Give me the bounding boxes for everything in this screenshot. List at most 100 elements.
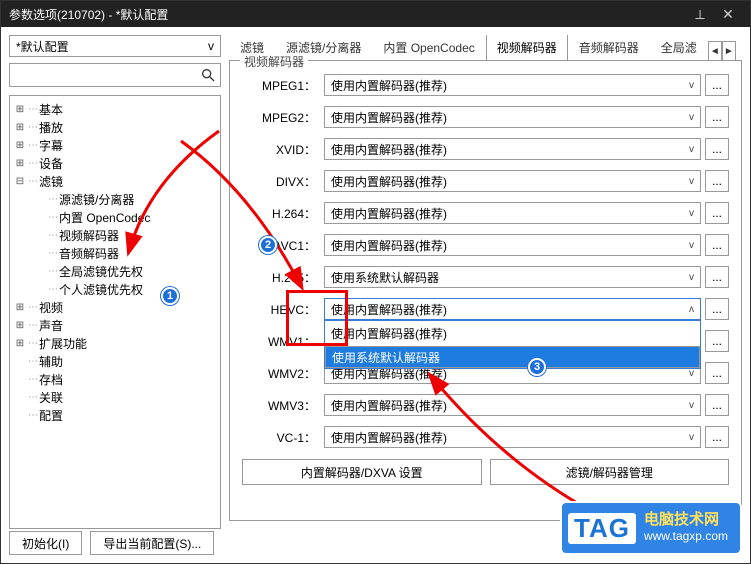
filter-manage-button[interactable]: 滤镜/解码器管理 bbox=[490, 459, 730, 485]
codec-select[interactable]: 使用内置解码器(推荐)v bbox=[324, 170, 701, 192]
codec-select[interactable]: 使用内置解码器(推荐) v bbox=[324, 138, 701, 160]
codec-select[interactable]: 使用内置解码器(推荐) v bbox=[324, 234, 701, 256]
codec-select[interactable]: 使用内置解码器(推荐)v bbox=[324, 106, 701, 128]
codec-select[interactable]: 使用内置解码器(推荐)v bbox=[324, 394, 701, 416]
tree-expand-icon[interactable]: ⊞ bbox=[14, 158, 26, 169]
codec-row: H.264：使用内置解码器(推荐)v... bbox=[242, 199, 729, 227]
tree-item[interactable]: ⊞⋯声音 bbox=[10, 316, 220, 334]
dxva-settings-button[interactable]: 内置解码器/DXVA 设置 bbox=[242, 459, 482, 485]
category-tree[interactable]: ⊞⋯基本⊞⋯播放⊞⋯字幕⊞⋯设备⊟⋯滤镜⋯源滤镜/分离器⋯内置 OpenCode… bbox=[9, 95, 221, 529]
tree-item[interactable]: ⋯配置 bbox=[10, 406, 220, 424]
codec-select-value: 使用内置解码器(推荐) bbox=[331, 77, 447, 94]
watermark-logo: TAG bbox=[568, 513, 636, 544]
tab[interactable]: 视频解码器 bbox=[486, 35, 568, 61]
close-icon[interactable]: ✕ bbox=[714, 5, 742, 23]
codec-select-value: 使用内置解码器(推荐) bbox=[331, 173, 447, 190]
tree-item[interactable]: ⋯内置 OpenCodec bbox=[10, 208, 220, 226]
tree-item-label: 存档 bbox=[39, 371, 63, 388]
tree-expand-icon[interactable]: ⊞ bbox=[14, 320, 26, 331]
titlebar: 参数选项(210702) - *默认配置 ⟂ ✕ bbox=[1, 1, 750, 27]
codec-more-button[interactable]: ... bbox=[705, 426, 729, 448]
tree-item-label: 声音 bbox=[39, 317, 63, 334]
tree-item[interactable]: ⊞⋯设备 bbox=[10, 154, 220, 172]
tree-item[interactable]: ⊞⋯播放 bbox=[10, 118, 220, 136]
tree-item-label: 内置 OpenCodec bbox=[59, 209, 150, 226]
codec-more-button[interactable]: ... bbox=[705, 394, 729, 416]
chevron-down-icon: v bbox=[689, 272, 694, 283]
tree-item[interactable]: ⋯个人滤镜优先权 bbox=[10, 280, 220, 298]
tree-expand-icon[interactable]: ⊟ bbox=[14, 176, 26, 187]
tree-item-label: 配置 bbox=[39, 407, 63, 424]
codec-select-value: 使用内置解码器(推荐) bbox=[331, 397, 447, 414]
dropdown-option[interactable]: 使用内置解码器(推荐) bbox=[325, 321, 700, 346]
tab-scroll-right[interactable]: ► bbox=[722, 41, 736, 61]
tree-item-label: 全局滤镜优先权 bbox=[59, 263, 143, 280]
codec-more-button[interactable]: ... bbox=[705, 106, 729, 128]
tab[interactable]: 全局滤 bbox=[650, 35, 708, 61]
tree-expand-icon[interactable]: ⊞ bbox=[14, 140, 26, 151]
tree-item-label: 个人滤镜优先权 bbox=[59, 281, 143, 298]
chevron-down-icon: v bbox=[689, 240, 694, 251]
chevron-down-icon: v bbox=[689, 208, 694, 219]
codec-select-value: 使用内置解码器(推荐) bbox=[331, 141, 447, 158]
tree-expand-icon[interactable]: ⊞ bbox=[14, 338, 26, 349]
codec-more-button[interactable]: ... bbox=[705, 170, 729, 192]
tree-item[interactable]: ⋯关联 bbox=[10, 388, 220, 406]
codec-select[interactable]: 使用内置解码器(推荐)v bbox=[324, 202, 701, 224]
codec-label: XVID： bbox=[242, 141, 324, 158]
panel-title: 视频解码器 bbox=[240, 53, 308, 70]
codec-more-button[interactable]: ... bbox=[705, 74, 729, 96]
codec-more-button[interactable]: ... bbox=[705, 362, 729, 384]
codec-label: VC-1： bbox=[242, 429, 324, 446]
codec-select[interactable]: 使用内置解码器(推荐)ʌ使用内置解码器(推荐)使用系统默认解码器 bbox=[324, 298, 701, 320]
initialize-button[interactable]: 初始化(I) bbox=[9, 531, 82, 555]
tab-scroll-left[interactable]: ◄ bbox=[708, 41, 722, 61]
tree-item[interactable]: ⋯存档 bbox=[10, 370, 220, 388]
annotation-badge-1: 1 bbox=[161, 287, 179, 305]
tree-item[interactable]: ⋯辅助 bbox=[10, 352, 220, 370]
pin-icon[interactable]: ⟂ bbox=[686, 5, 714, 23]
codec-row: H.265：使用系统默认解码器v... bbox=[242, 263, 729, 291]
codec-label: DIVX： bbox=[242, 173, 324, 190]
codec-select[interactable]: 使用内置解码器(推荐)v bbox=[324, 426, 701, 448]
video-decoder-panel: 视频解码器 MPEG1：使用内置解码器(推荐)v...MPEG2：使用内置解码器… bbox=[229, 60, 742, 521]
tab[interactable]: 内置 OpenCodec bbox=[372, 35, 485, 61]
export-config-button[interactable]: 导出当前配置(S)... bbox=[90, 531, 214, 555]
codec-select[interactable]: 使用内置解码器(推荐)v bbox=[324, 74, 701, 96]
tree-item[interactable]: ⊞⋯基本 bbox=[10, 100, 220, 118]
codec-label: WMV3： bbox=[242, 397, 324, 414]
tree-item[interactable]: ⋯源滤镜/分离器 bbox=[10, 190, 220, 208]
tree-item[interactable]: ⊟⋯滤镜 bbox=[10, 172, 220, 190]
tree-item-label: 辅助 bbox=[39, 353, 63, 370]
chevron-down-icon: v bbox=[689, 144, 694, 155]
tree-item[interactable]: ⊞⋯扩展功能 bbox=[10, 334, 220, 352]
codec-more-button[interactable]: ... bbox=[705, 298, 729, 320]
codec-select[interactable]: 使用系统默认解码器 v bbox=[324, 266, 701, 288]
codec-label: MPEG1： bbox=[242, 77, 324, 94]
codec-select-value: 使用系统默认解码器 bbox=[331, 269, 439, 286]
tree-expand-icon[interactable]: ⊞ bbox=[14, 104, 26, 115]
dropdown-option[interactable]: 使用系统默认解码器 bbox=[325, 346, 700, 368]
codec-more-button[interactable]: ... bbox=[705, 138, 729, 160]
codec-label: MPEG2： bbox=[242, 109, 324, 126]
tree-item[interactable]: ⋯视频解码器 bbox=[10, 226, 220, 244]
tree-item[interactable]: ⊞⋯视频 bbox=[10, 298, 220, 316]
codec-more-button[interactable]: ... bbox=[705, 202, 729, 224]
codec-select-value: 使用内置解码器(推荐) bbox=[331, 429, 447, 446]
codec-select-value: 使用内置解码器(推荐) bbox=[331, 109, 447, 126]
codec-row: XVID： 使用内置解码器(推荐) v... bbox=[242, 135, 729, 163]
tree-item[interactable]: ⊞⋯字幕 bbox=[10, 136, 220, 154]
codec-select-value: 使用内置解码器(推荐) bbox=[331, 301, 447, 318]
tree-expand-icon[interactable]: ⊞ bbox=[14, 122, 26, 133]
preset-select[interactable]: *默认配置 v bbox=[9, 35, 221, 57]
tree-item[interactable]: ⋯全局滤镜优先权 bbox=[10, 262, 220, 280]
codec-row: WMV3：使用内置解码器(推荐)v... bbox=[242, 391, 729, 419]
codec-more-button[interactable]: ... bbox=[705, 330, 729, 352]
tree-item[interactable]: ⋯音频解码器 bbox=[10, 244, 220, 262]
tree-expand-icon[interactable]: ⊞ bbox=[14, 302, 26, 313]
codec-select-value: 使用内置解码器(推荐) bbox=[331, 237, 447, 254]
codec-more-button[interactable]: ... bbox=[705, 234, 729, 256]
codec-more-button[interactable]: ... bbox=[705, 266, 729, 288]
tab[interactable]: 音频解码器 bbox=[568, 35, 650, 61]
search-input[interactable] bbox=[9, 63, 221, 87]
